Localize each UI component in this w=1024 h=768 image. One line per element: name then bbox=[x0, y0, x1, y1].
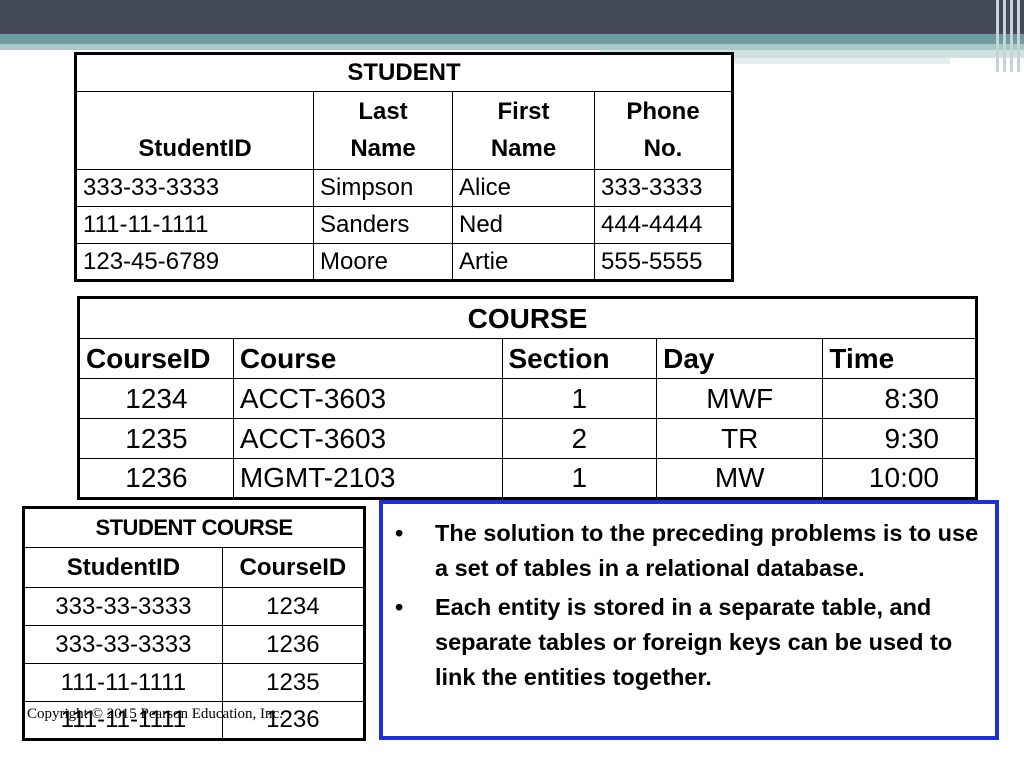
bullet-box: • The solution to the preceding problems… bbox=[379, 500, 999, 740]
bullet-item: • The solution to the preceding problems… bbox=[395, 516, 981, 586]
course-table-title: COURSE bbox=[78, 297, 977, 339]
table-row: 111-11-1111 1235 bbox=[23, 663, 366, 702]
course-cell: 1235 bbox=[78, 418, 234, 459]
table-row: 111-11-1111 Sanders Ned 444-4444 bbox=[75, 206, 733, 244]
student-cell: Artie bbox=[452, 243, 595, 281]
table-row: 1236 MGMT-2103 1 MW 10:00 bbox=[78, 458, 977, 499]
course-cell: 10:00 bbox=[822, 458, 977, 499]
bullet-item: • Each entity is stored in a separate ta… bbox=[395, 590, 981, 695]
course-cell: TR bbox=[656, 418, 824, 459]
student-course-header-courseid: CourseID bbox=[221, 547, 366, 588]
student-course-table-title: STUDENT COURSE bbox=[23, 507, 365, 548]
student-course-cell: 111-11-1111 bbox=[23, 663, 223, 702]
course-table: COURSE CourseID Course Section Day Time … bbox=[77, 296, 978, 500]
student-header-phone: Phone No. bbox=[594, 91, 733, 170]
course-header-section: Section bbox=[501, 338, 658, 379]
student-table: STUDENT StudentID Last Name First Name Pho… bbox=[74, 52, 734, 282]
student-header-last-name: Last Name bbox=[313, 91, 453, 170]
bullet-icon: • bbox=[395, 520, 404, 546]
table-row: 333-33-3333 Simpson Alice 333-3333 bbox=[75, 169, 733, 207]
course-cell: 8:30 bbox=[822, 378, 977, 419]
course-header-course: Course bbox=[232, 338, 503, 379]
student-cell: 333-3333 bbox=[594, 169, 733, 207]
student-course-cell: 1235 bbox=[221, 663, 366, 702]
course-cell: MWF bbox=[656, 378, 824, 419]
bullet-text: The solution to the preceding problems i… bbox=[435, 520, 979, 581]
banner-vertical-bars bbox=[994, 0, 1024, 72]
student-course-cell: 333-33-3333 bbox=[23, 587, 223, 626]
table-row: 1234 ACCT-3603 1 MWF 8:30 bbox=[78, 378, 977, 419]
student-cell: 111-11-1111 bbox=[75, 206, 314, 244]
student-course-header-studentid: StudentID bbox=[23, 547, 223, 588]
course-cell: 1234 bbox=[78, 378, 234, 419]
student-table-title: STUDENT bbox=[75, 53, 733, 92]
student-cell: Moore bbox=[313, 243, 453, 281]
table-row: 333-33-3333 1234 bbox=[23, 587, 366, 626]
table-row: 123-45-6789 Moore Artie 555-5555 bbox=[75, 243, 733, 281]
student-course-cell: 1236 bbox=[221, 625, 366, 664]
student-cell: Simpson bbox=[313, 169, 453, 207]
student-cell: Ned bbox=[452, 206, 595, 244]
student-course-cell: 333-33-3333 bbox=[23, 625, 223, 664]
student-cell: Alice bbox=[452, 169, 595, 207]
bullet-text: Each entity is stored in a separate tabl… bbox=[435, 594, 953, 690]
course-cell: MGMT-2103 bbox=[232, 458, 503, 499]
student-header-first-name: First Name bbox=[452, 91, 595, 170]
banner-stripe bbox=[0, 34, 1024, 44]
student-cell: 333-33-3333 bbox=[75, 169, 314, 207]
student-cell: 123-45-6789 bbox=[75, 243, 314, 281]
course-cell: MW bbox=[656, 458, 824, 499]
course-header-day: Day bbox=[656, 338, 824, 379]
student-course-cell: 1234 bbox=[221, 587, 366, 626]
course-cell: ACCT-3603 bbox=[232, 418, 503, 459]
student-cell: 555-5555 bbox=[594, 243, 733, 281]
student-header-studentid: StudentID bbox=[75, 91, 314, 170]
bullet-icon: • bbox=[395, 594, 404, 620]
course-header-time: Time bbox=[822, 338, 977, 379]
course-cell: 1 bbox=[501, 458, 658, 499]
course-cell: ACCT-3603 bbox=[232, 378, 503, 419]
course-cell: 9:30 bbox=[822, 418, 977, 459]
course-cell: 1236 bbox=[78, 458, 234, 499]
copyright-notice: Copyright © 2015 Pearson Education, Inc. bbox=[27, 706, 283, 722]
student-cell: 444-4444 bbox=[594, 206, 733, 244]
course-cell: 1 bbox=[501, 378, 658, 419]
table-row: 1235 ACCT-3603 2 TR 9:30 bbox=[78, 418, 977, 459]
course-header-courseid: CourseID bbox=[78, 338, 234, 379]
student-cell: Sanders bbox=[313, 206, 453, 244]
course-cell: 2 bbox=[501, 418, 658, 459]
top-banner bbox=[0, 0, 1024, 34]
table-row: 333-33-3333 1236 bbox=[23, 625, 366, 664]
